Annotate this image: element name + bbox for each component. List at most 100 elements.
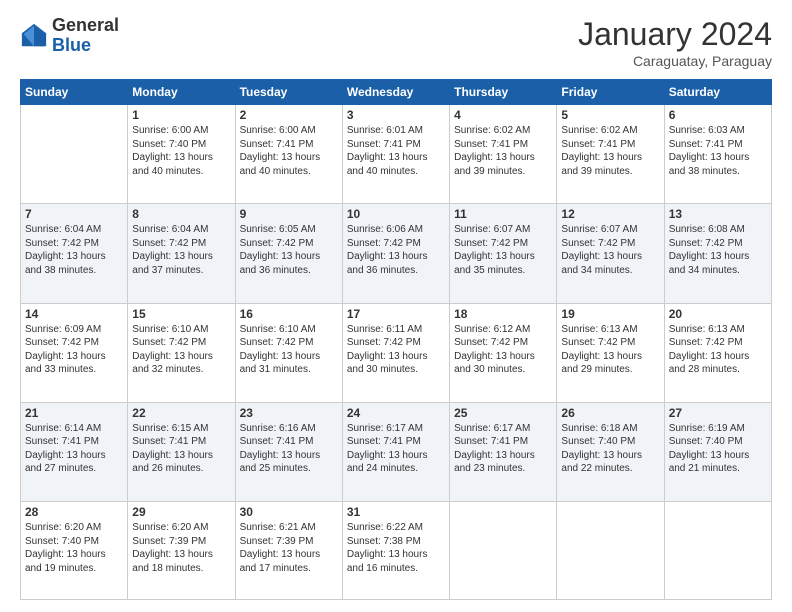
col-tuesday: Tuesday: [235, 80, 342, 105]
day-number: 1: [132, 108, 230, 122]
cell-w3-d3: 16 Sunrise: 6:10 AM Sunset: 7:42 PM Dayli…: [235, 303, 342, 402]
logo-icon: [20, 22, 48, 50]
day-number: 18: [454, 307, 552, 321]
cell-w5-d3: 30 Sunrise: 6:21 AM Sunset: 7:39 PM Dayli…: [235, 502, 342, 600]
cell-w2-d4: 10Sunrise: 6:06 AM Sunset: 7:42 PM Dayli…: [342, 204, 449, 303]
day-number: 15: [132, 307, 230, 321]
day-number: 22: [132, 406, 230, 420]
day-number: 9: [240, 207, 338, 221]
logo-general-text: General: [52, 16, 119, 36]
day-number: 6: [669, 108, 767, 122]
logo-text: General Blue: [52, 16, 119, 56]
day-number: 25: [454, 406, 552, 420]
cell-w4-d5: 25 Sunrise: 6:17 AM Sunset: 7:41 PM Dayli…: [450, 402, 557, 501]
day-info: Sunrise: 6:09 AM Sunset: 7:42 PM Dayligh…: [25, 323, 123, 377]
month-title: January 2024: [578, 16, 772, 53]
day-info: Sunrise: 6:00 AM Sunset: 7:40 PM Dayligh…: [132, 124, 230, 178]
col-friday: Friday: [557, 80, 664, 105]
cell-w1-d3: 2Sunrise: 6:00 AM Sunset: 7:41 PM Daylig…: [235, 105, 342, 204]
day-info: Sunrise: 6:15 AM Sunset: 7:41 PM Dayligh…: [132, 422, 230, 476]
week-row-4: 21Sunrise: 6:14 AM Sunset: 7:41 PM Dayli…: [21, 402, 772, 501]
week-row-1: 1 Sunrise: 6:00 AM Sunset: 7:40 PM Daylig…: [21, 105, 772, 204]
day-info: Sunrise: 6:07 AM Sunset: 7:42 PM Dayligh…: [561, 223, 659, 277]
day-number: 16: [240, 307, 338, 321]
day-number: 7: [25, 207, 123, 221]
cell-w1-d6: 5 Sunrise: 6:02 AM Sunset: 7:41 PM Daylig…: [557, 105, 664, 204]
logo-blue-text: Blue: [52, 36, 119, 56]
day-number: 13: [669, 207, 767, 221]
col-monday: Monday: [128, 80, 235, 105]
day-number: 8: [132, 207, 230, 221]
day-number: 5: [561, 108, 659, 122]
day-info: Sunrise: 6:13 AM Sunset: 7:42 PM Dayligh…: [669, 323, 767, 377]
day-info: Sunrise: 6:03 AM Sunset: 7:41 PM Dayligh…: [669, 124, 767, 178]
day-info: Sunrise: 6:00 AM Sunset: 7:41 PM Dayligh…: [240, 124, 338, 178]
cell-w2-d3: 9 Sunrise: 6:05 AM Sunset: 7:42 PM Daylig…: [235, 204, 342, 303]
day-number: 23: [240, 406, 338, 420]
day-info: Sunrise: 6:04 AM Sunset: 7:42 PM Dayligh…: [132, 223, 230, 277]
calendar-body: 1 Sunrise: 6:00 AM Sunset: 7:40 PM Daylig…: [21, 105, 772, 600]
day-info: Sunrise: 6:08 AM Sunset: 7:42 PM Dayligh…: [669, 223, 767, 277]
day-info: Sunrise: 6:19 AM Sunset: 7:40 PM Dayligh…: [669, 422, 767, 476]
day-number: 30: [240, 505, 338, 519]
day-info: Sunrise: 6:02 AM Sunset: 7:41 PM Dayligh…: [454, 124, 552, 178]
day-number: 11: [454, 207, 552, 221]
cell-w3-d5: 18 Sunrise: 6:12 AM Sunset: 7:42 PM Dayli…: [450, 303, 557, 402]
day-number: 12: [561, 207, 659, 221]
cell-w2-d2: 8 Sunrise: 6:04 AM Sunset: 7:42 PM Daylig…: [128, 204, 235, 303]
cell-w2-d1: 7Sunrise: 6:04 AM Sunset: 7:42 PM Daylig…: [21, 204, 128, 303]
cell-w4-d1: 21Sunrise: 6:14 AM Sunset: 7:41 PM Dayli…: [21, 402, 128, 501]
cell-w3-d7: 20 Sunrise: 6:13 AM Sunset: 7:42 PM Dayli…: [664, 303, 771, 402]
day-number: 3: [347, 108, 445, 122]
day-info: Sunrise: 6:17 AM Sunset: 7:41 PM Dayligh…: [454, 422, 552, 476]
week-row-5: 28 Sunrise: 6:20 AM Sunset: 7:40 PM Dayli…: [21, 502, 772, 600]
day-number: 27: [669, 406, 767, 420]
day-number: 4: [454, 108, 552, 122]
day-info: Sunrise: 6:20 AM Sunset: 7:40 PM Dayligh…: [25, 521, 123, 575]
day-info: Sunrise: 6:22 AM Sunset: 7:38 PM Dayligh…: [347, 521, 445, 575]
day-info: Sunrise: 6:05 AM Sunset: 7:42 PM Dayligh…: [240, 223, 338, 277]
week-row-3: 14 Sunrise: 6:09 AM Sunset: 7:42 PM Dayli…: [21, 303, 772, 402]
cell-w5-d4: 31 Sunrise: 6:22 AM Sunset: 7:38 PM Dayli…: [342, 502, 449, 600]
col-saturday: Saturday: [664, 80, 771, 105]
title-block: January 2024 Caraguatay, Paraguay: [578, 16, 772, 69]
cell-w1-d5: 4 Sunrise: 6:02 AM Sunset: 7:41 PM Daylig…: [450, 105, 557, 204]
cell-w5-d6: [557, 502, 664, 600]
week-row-2: 7 Sunrise: 6:04 AM Sunset: 7:42 PM Daylig…: [21, 204, 772, 303]
day-info: Sunrise: 6:10 AM Sunset: 7:42 PM Dayligh…: [132, 323, 230, 377]
day-info: Sunrise: 6:21 AM Sunset: 7:39 PM Dayligh…: [240, 521, 338, 575]
location-subtitle: Caraguatay, Paraguay: [578, 53, 772, 69]
cell-w3-d2: 15 Sunrise: 6:10 AM Sunset: 7:42 PM Dayli…: [128, 303, 235, 402]
day-info: Sunrise: 6:12 AM Sunset: 7:42 PM Dayligh…: [454, 323, 552, 377]
page: General Blue January 2024 Caraguatay, Pa…: [0, 0, 792, 612]
day-info: Sunrise: 6:11 AM Sunset: 7:42 PM Dayligh…: [347, 323, 445, 377]
day-info: Sunrise: 6:10 AM Sunset: 7:42 PM Dayligh…: [240, 323, 338, 377]
day-info: Sunrise: 6:16 AM Sunset: 7:41 PM Dayligh…: [240, 422, 338, 476]
day-number: 28: [25, 505, 123, 519]
cell-w1-d1: [21, 105, 128, 204]
day-info: Sunrise: 6:02 AM Sunset: 7:41 PM Dayligh…: [561, 124, 659, 178]
cell-w1-d7: 6 Sunrise: 6:03 AM Sunset: 7:41 PM Daylig…: [664, 105, 771, 204]
cell-w4-d2: 22 Sunrise: 6:15 AM Sunset: 7:41 PM Dayli…: [128, 402, 235, 501]
cell-w2-d6: 12 Sunrise: 6:07 AM Sunset: 7:42 PM Dayli…: [557, 204, 664, 303]
day-number: 20: [669, 307, 767, 321]
cell-w5-d5: [450, 502, 557, 600]
day-number: 31: [347, 505, 445, 519]
day-number: 24: [347, 406, 445, 420]
cell-w3-d6: 19Sunrise: 6:13 AM Sunset: 7:42 PM Dayli…: [557, 303, 664, 402]
cell-w4-d4: 24Sunrise: 6:17 AM Sunset: 7:41 PM Dayli…: [342, 402, 449, 501]
day-info: Sunrise: 6:20 AM Sunset: 7:39 PM Dayligh…: [132, 521, 230, 575]
cell-w5-d1: 28 Sunrise: 6:20 AM Sunset: 7:40 PM Dayli…: [21, 502, 128, 600]
col-sunday: Sunday: [21, 80, 128, 105]
header: General Blue January 2024 Caraguatay, Pa…: [20, 16, 772, 69]
cell-w5-d7: [664, 502, 771, 600]
day-number: 14: [25, 307, 123, 321]
cell-w1-d4: 3Sunrise: 6:01 AM Sunset: 7:41 PM Daylig…: [342, 105, 449, 204]
day-number: 19: [561, 307, 659, 321]
cell-w1-d2: 1 Sunrise: 6:00 AM Sunset: 7:40 PM Daylig…: [128, 105, 235, 204]
col-wednesday: Wednesday: [342, 80, 449, 105]
cell-w5-d2: 29Sunrise: 6:20 AM Sunset: 7:39 PM Dayli…: [128, 502, 235, 600]
cell-w2-d5: 11Sunrise: 6:07 AM Sunset: 7:42 PM Dayli…: [450, 204, 557, 303]
cell-w2-d7: 13 Sunrise: 6:08 AM Sunset: 7:42 PM Dayli…: [664, 204, 771, 303]
day-info: Sunrise: 6:18 AM Sunset: 7:40 PM Dayligh…: [561, 422, 659, 476]
